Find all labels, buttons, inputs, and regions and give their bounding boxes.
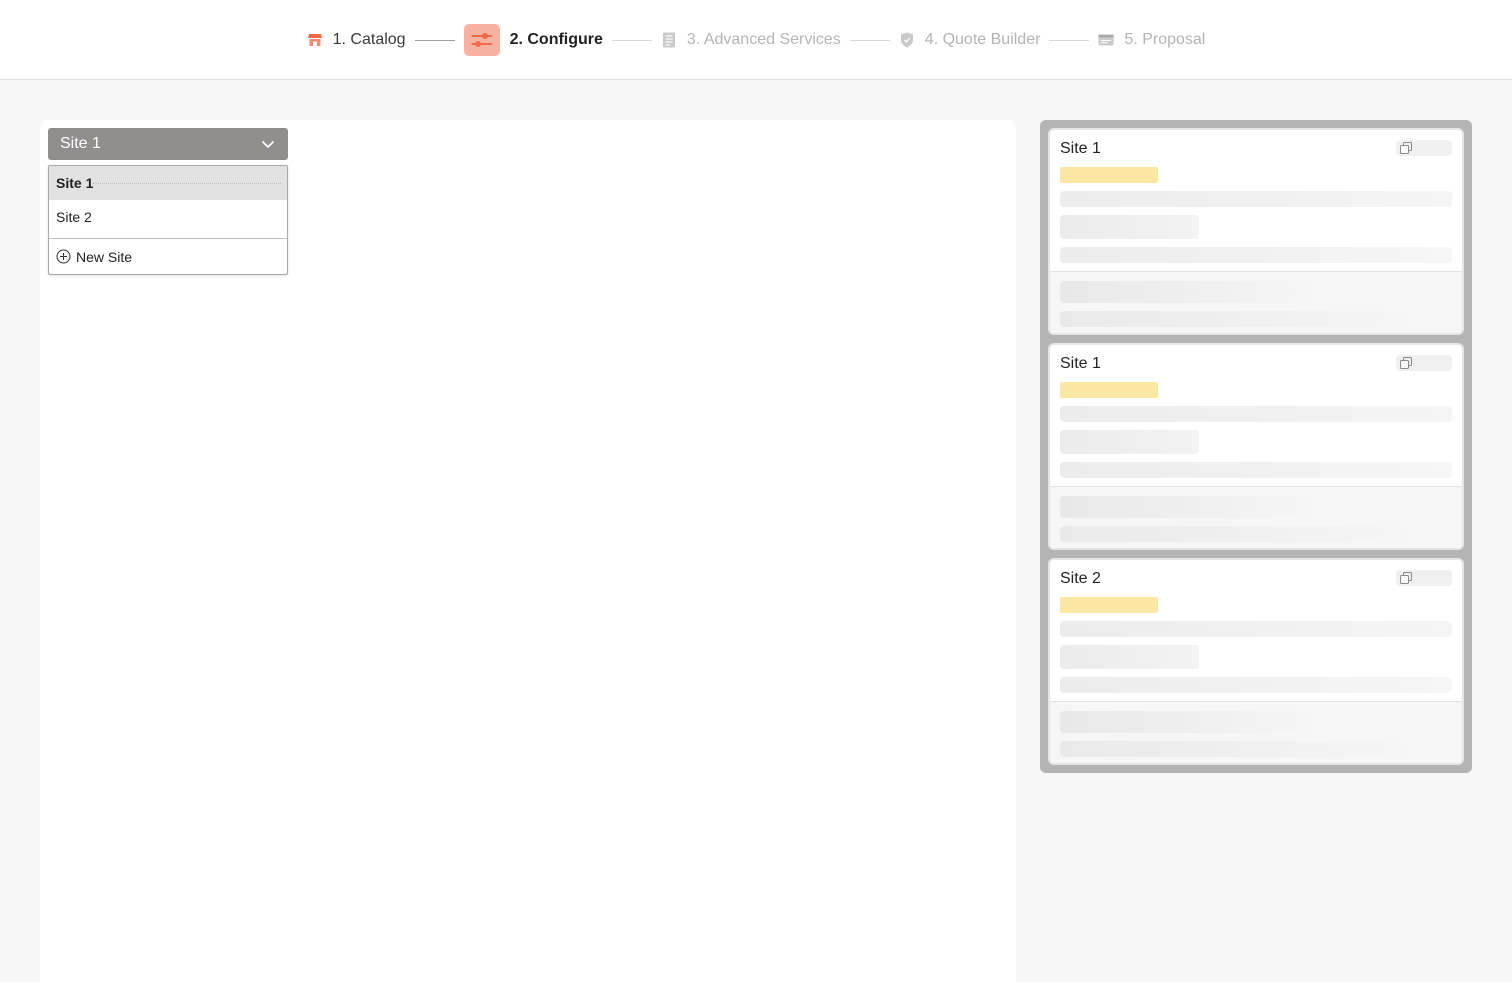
site-card-footer [1050, 271, 1462, 333]
step-label: 5. Proposal [1124, 31, 1206, 48]
site-card-footer [1050, 701, 1462, 763]
step-connector [611, 39, 652, 41]
step-connector [849, 39, 890, 41]
step-connector [414, 39, 455, 41]
chevron-down-icon [260, 136, 276, 152]
placeholder-line [1060, 191, 1452, 207]
step-connector [1049, 39, 1090, 41]
step-proposal[interactable]: 5. Proposal [1098, 31, 1205, 49]
site-card-footer [1050, 486, 1462, 548]
sliders-icon [463, 24, 500, 56]
placeholder-line [1060, 741, 1420, 757]
copy-icon [1400, 357, 1412, 369]
site-summary-card[interactable]: Site 1 [1048, 343, 1464, 550]
site-summary-card[interactable]: Site 2 [1048, 558, 1464, 765]
step-configure[interactable]: 2. Configure [463, 24, 603, 56]
new-site-option[interactable]: New Site [49, 239, 287, 274]
placeholder-line [1060, 406, 1452, 422]
new-site-label: New Site [76, 248, 133, 265]
placeholder-line [1060, 311, 1420, 327]
step-quote-builder[interactable]: 4. Quote Builder [899, 31, 1041, 49]
site-summary-card[interactable]: Site 1 [1048, 128, 1464, 335]
placeholder-block [1060, 645, 1199, 669]
site-option[interactable]: Site 1 [49, 166, 287, 200]
copy-button[interactable] [1396, 140, 1452, 156]
placeholder-line [1060, 247, 1452, 263]
progress-header: 1. Catalog 2. Configure 3. Advanced Serv… [0, 0, 1512, 80]
placeholder-line [1060, 526, 1420, 542]
site-card-title: Site 1 [1060, 355, 1101, 372]
envelope-icon [1098, 32, 1114, 48]
document-list-icon [661, 32, 677, 48]
step-catalog[interactable]: 1. Catalog [307, 31, 406, 49]
highlight-bar [1060, 597, 1158, 613]
highlight-bar [1060, 382, 1158, 398]
copy-icon [1400, 572, 1412, 584]
step-label: 1. Catalog [332, 31, 406, 48]
copy-icon [1400, 142, 1412, 154]
site-option-label: Site 2 [56, 209, 92, 225]
site-card-title: Site 2 [1060, 570, 1101, 587]
step-label: 2. Configure [509, 31, 603, 48]
placeholder-block [1060, 711, 1320, 733]
placeholder-line [1060, 621, 1452, 637]
copy-button[interactable] [1396, 355, 1452, 371]
site-option[interactable]: Site 2 [49, 200, 287, 234]
plus-circle-icon [56, 249, 71, 264]
configure-panel: Site 1 Site 1 Site 2 New Site [40, 120, 1016, 982]
placeholder-block [1060, 215, 1199, 239]
site-summary-panel: Site 1 Site 1 Site 2 [1040, 120, 1472, 773]
site-select[interactable]: Site 1 [48, 128, 288, 160]
highlight-bar [1060, 167, 1158, 183]
placeholder-block [1060, 281, 1320, 303]
site-option-label: Site 1 [56, 175, 94, 191]
placeholder-block [1060, 430, 1199, 454]
placeholder-line [1060, 677, 1452, 693]
step-advanced-services[interactable]: 3. Advanced Services [661, 31, 841, 49]
site-card-title: Site 1 [1060, 140, 1101, 157]
placeholder-block [1060, 496, 1320, 518]
step-label: 4. Quote Builder [924, 31, 1041, 48]
step-label: 3. Advanced Services [686, 31, 841, 48]
site-dropdown-menu: Site 1 Site 2 New Site [48, 165, 288, 275]
shield-badge-icon [899, 32, 915, 48]
stepper: 1. Catalog 2. Configure 3. Advanced Serv… [0, 0, 1512, 80]
copy-button[interactable] [1396, 570, 1452, 586]
site-select-value: Site 1 [60, 135, 101, 152]
placeholder-line [1060, 462, 1452, 478]
storefront-icon [307, 32, 323, 48]
